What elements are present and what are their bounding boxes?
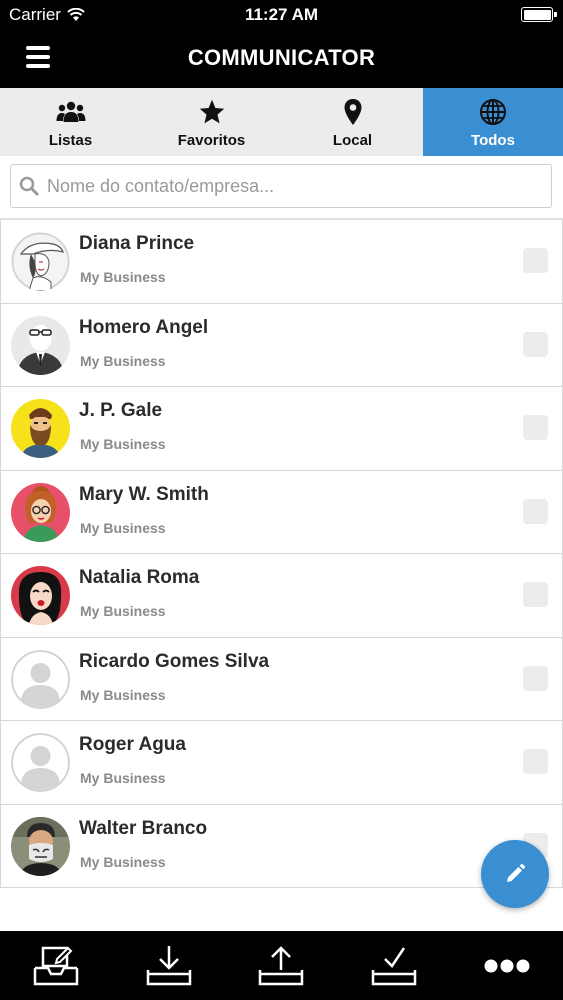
contact-row[interactable]: Diana Prince My Business — [0, 220, 563, 304]
tab-label: Favoritos — [177, 132, 246, 149]
star-icon — [198, 98, 226, 126]
more-button[interactable] — [450, 931, 563, 1000]
confirm-button[interactable] — [338, 931, 451, 1000]
avatar — [11, 232, 70, 291]
tab-label: Todos — [471, 132, 515, 149]
contact-business: My Business — [80, 269, 166, 285]
upload-button[interactable] — [225, 931, 338, 1000]
select-checkbox[interactable] — [523, 498, 548, 524]
more-icon — [484, 959, 530, 972]
contact-name: Walter Branco — [79, 817, 208, 839]
tab-local[interactable]: Local — [282, 88, 423, 156]
contact-business: My Business — [80, 519, 166, 536]
select-checkbox[interactable] — [523, 248, 548, 273]
avatar — [11, 482, 70, 542]
search-box — [10, 164, 552, 208]
avatar — [11, 816, 70, 876]
search-input[interactable] — [47, 175, 537, 197]
clock: 11:27 AM — [244, 5, 319, 24]
checkmark-tray-icon — [371, 946, 417, 985]
battery-icon — [521, 7, 557, 22]
app-title: COMMUNICATOR — [187, 45, 376, 70]
contact-name: Homero Angel — [79, 316, 209, 338]
tab-bar: Listas Favoritos Local Todos — [0, 88, 563, 156]
contact-name: Roger Agua — [79, 734, 186, 755]
contact-row[interactable]: Homero Angel My Business — [0, 303, 563, 387]
tab-favoritos[interactable]: Favoritos — [141, 88, 282, 156]
select-checkbox[interactable] — [523, 415, 548, 440]
tab-listas[interactable]: Listas — [0, 88, 141, 156]
contact-row[interactable]: J. P. Gale My Business — [0, 387, 563, 471]
contact-business: My Business — [80, 436, 166, 452]
bottom-toolbar — [0, 931, 563, 1000]
compose-inbox-icon — [34, 946, 79, 985]
contact-row[interactable]: Mary W. Smith My Business — [0, 470, 563, 554]
contact-name: J. P. Gale — [79, 400, 163, 421]
contact-name: Diana Prince — [79, 233, 195, 254]
globe-icon — [479, 98, 507, 126]
search-icon — [19, 176, 39, 196]
avatar — [11, 399, 70, 458]
contact-row[interactable]: Ricardo Gomes Silva My Business — [0, 637, 563, 721]
contact-name: Natalia Roma — [79, 567, 200, 588]
group-icon — [56, 98, 86, 126]
contact-list: Diana Prince My Business Homero Angel My… — [0, 220, 563, 888]
avatar — [11, 566, 70, 625]
contact-name: Mary W. Smith — [79, 483, 209, 505]
status-bar: Carrier 11:27 AM — [0, 0, 563, 30]
select-checkbox[interactable] — [523, 331, 548, 357]
search-bar — [0, 156, 563, 220]
compose-fab-button[interactable] — [481, 840, 549, 908]
contact-business: My Business — [80, 352, 166, 369]
avatar — [11, 315, 70, 375]
pencil-icon — [507, 863, 526, 882]
tab-label: Local — [332, 132, 373, 149]
contact-business: My Business — [80, 603, 166, 619]
contact-business: My Business — [80, 853, 166, 870]
contact-business: My Business — [80, 686, 166, 703]
select-checkbox[interactable] — [523, 582, 548, 607]
avatar — [11, 733, 70, 792]
upload-icon — [259, 945, 304, 985]
contact-row[interactable]: Roger Agua My Business — [0, 721, 563, 805]
compose-inbox-button[interactable] — [0, 931, 113, 1000]
select-checkbox[interactable] — [523, 665, 548, 691]
contact-business: My Business — [80, 770, 166, 786]
contact-row[interactable]: Natalia Roma My Business — [0, 554, 563, 638]
tab-todos[interactable]: Todos — [423, 88, 563, 156]
download-button[interactable] — [113, 931, 226, 1000]
avatar — [11, 649, 70, 709]
map-pin-icon — [343, 98, 363, 126]
select-checkbox[interactable] — [523, 749, 548, 774]
download-icon — [146, 945, 192, 985]
nav-bar: COMMUNICATOR — [0, 30, 563, 88]
tab-label: Listas — [48, 132, 93, 149]
contact-row[interactable]: Walter Branco My Business — [0, 804, 563, 888]
contact-name: Ricardo Gomes Silva — [79, 650, 270, 672]
